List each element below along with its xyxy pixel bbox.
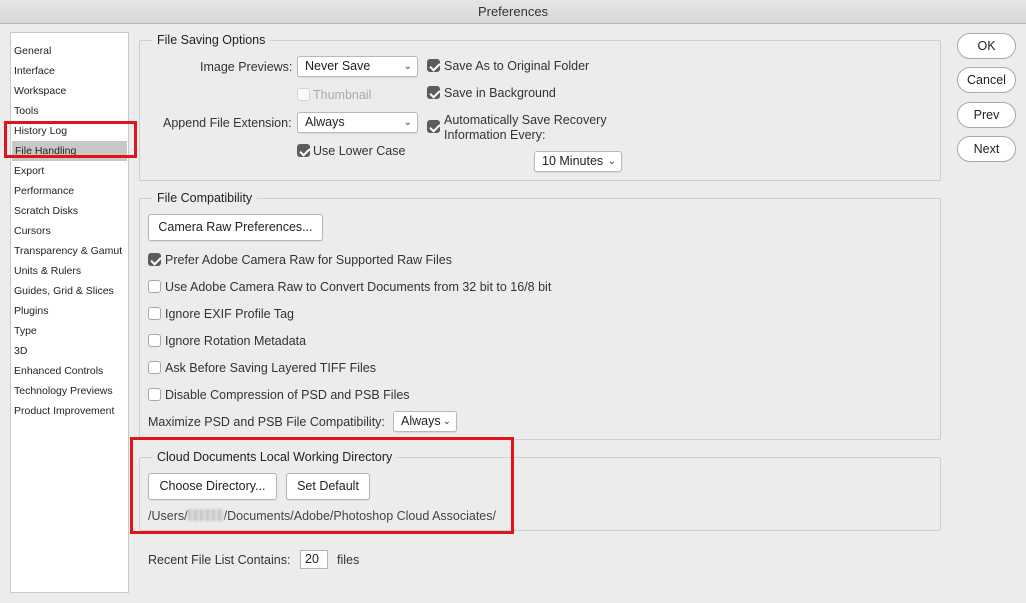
sidebar-item-interface[interactable]: Interface	[11, 61, 128, 81]
working-directory-path: /Users/ /Documents/Adobe/Photoshop Cloud …	[148, 508, 496, 524]
auto-save-label: Automatically Save Recovery	[444, 113, 607, 127]
append-extension-select[interactable]: Always ⌄	[297, 112, 418, 133]
save-background-label: Save in Background	[444, 86, 556, 100]
sidebar-item-scratch-disks[interactable]: Scratch Disks	[11, 201, 128, 221]
compat-option-label: Ignore Rotation Metadata	[165, 334, 307, 348]
sidebar-item-general[interactable]: General	[11, 41, 128, 61]
set-default-button[interactable]: Set Default	[286, 473, 370, 500]
camera-raw-preferences-button[interactable]: Camera Raw Preferences...	[148, 214, 323, 241]
maximize-compat-value: Always	[401, 414, 441, 428]
group-title: Cloud Documents Local Working Directory	[152, 449, 398, 465]
append-extension-value: Always	[305, 115, 345, 129]
redacted-username	[187, 509, 224, 521]
sidebar-item-tools[interactable]: Tools	[11, 101, 128, 121]
group-title: File Compatibility	[152, 190, 258, 206]
recent-files-label: Recent File List Contains:	[148, 553, 291, 567]
chevron-down-icon: ⌄	[403, 61, 412, 72]
group-title: File Saving Options	[152, 32, 271, 48]
save-background-checkbox[interactable]	[427, 86, 440, 99]
sidebar-item-technology-previews[interactable]: Technology Previews	[11, 381, 128, 401]
category-sidebar: General Interface Workspace Tools History Lo…	[10, 32, 129, 593]
image-previews-label: Image Previews:	[200, 60, 293, 74]
save-as-original-checkbox[interactable]	[427, 59, 440, 72]
sidebar-item-guides-grid-slices[interactable]: Guides, Grid & Slices	[11, 281, 128, 301]
compat-option-checkbox[interactable]	[148, 253, 161, 266]
sidebar-item-file-handling[interactable]: File Handling	[12, 141, 127, 161]
sidebar-item-performance[interactable]: Performance	[11, 181, 128, 201]
file-saving-options-group: File Saving Options Image Previews: Neve…	[139, 32, 941, 181]
chevron-down-icon: ⌄	[607, 156, 616, 167]
sidebar-item-units-rulers[interactable]: Units & Rulers	[11, 261, 128, 281]
prev-button[interactable]: Prev	[957, 102, 1016, 128]
choose-directory-button[interactable]: Choose Directory...	[148, 473, 277, 500]
save-as-original-label: Save As to Original Folder	[444, 59, 590, 73]
compat-option-checkbox[interactable]	[148, 334, 161, 347]
image-previews-select[interactable]: Never Save ⌄	[297, 56, 418, 77]
cancel-button[interactable]: Cancel	[957, 67, 1016, 93]
sidebar-item-workspace[interactable]: Workspace	[11, 81, 128, 101]
lower-case-label: Use Lower Case	[313, 144, 406, 158]
compat-option-checkbox[interactable]	[148, 280, 161, 293]
sidebar-item-cursors[interactable]: Cursors	[11, 221, 128, 241]
ok-button[interactable]: OK	[957, 33, 1016, 59]
auto-save-label-line2: Information Every:	[444, 128, 546, 142]
sidebar-item-3d[interactable]: 3D	[11, 341, 128, 361]
compat-option-label: Use Adobe Camera Raw to Convert Document…	[165, 280, 552, 294]
compat-option-checkbox[interactable]	[148, 388, 161, 401]
compat-option-label: Prefer Adobe Camera Raw for Supported Ra…	[165, 253, 452, 267]
maximize-compat-label: Maximize PSD and PSB File Compatibility:	[148, 415, 385, 429]
image-previews-value: Never Save	[305, 59, 371, 73]
chevron-down-icon: ⌄	[403, 117, 412, 128]
sidebar-item-product-improvement[interactable]: Product Improvement	[11, 401, 128, 421]
next-button[interactable]: Next	[957, 136, 1016, 162]
auto-save-interval-value: 10 Minutes	[542, 154, 604, 168]
compat-option-label: Disable Compression of PSD and PSB Files	[165, 388, 410, 402]
path-suffix: /Documents/Adobe/Photoshop Cloud Associa…	[223, 509, 496, 523]
sidebar-item-type[interactable]: Type	[11, 321, 128, 341]
thumbnail-label: Thumbnail	[313, 88, 372, 102]
auto-save-checkbox[interactable]	[427, 120, 440, 133]
compat-option-checkbox[interactable]	[148, 361, 161, 374]
chevron-down-icon: ⌄	[442, 416, 451, 427]
window-title: Preferences	[0, 0, 1026, 24]
compat-option-label: Ignore EXIF Profile Tag	[165, 307, 295, 321]
lower-case-checkbox[interactable]	[297, 144, 310, 157]
preferences-window: General Interface Workspace Tools History Lo…	[0, 24, 1026, 603]
path-prefix: /Users/	[148, 509, 188, 523]
recent-files-unit: files	[337, 553, 360, 567]
sidebar-item-export[interactable]: Export	[11, 161, 128, 181]
sidebar-item-plugins[interactable]: Plugins	[11, 301, 128, 321]
file-compatibility-group: File Compatibility Camera Raw Preference…	[139, 190, 941, 440]
sidebar-item-enhanced-controls[interactable]: Enhanced Controls	[11, 361, 128, 381]
sidebar-item-transparency-gamut[interactable]: Transparency & Gamut	[11, 241, 128, 261]
compat-option-label: Ask Before Saving Layered TIFF Files	[165, 361, 376, 375]
recent-files-input[interactable]: 20	[300, 550, 328, 569]
thumbnail-checkbox[interactable]	[297, 88, 310, 101]
append-extension-label: Append File Extension:	[163, 116, 292, 130]
cloud-documents-group: Cloud Documents Local Working Directory …	[139, 449, 941, 531]
compat-option-checkbox[interactable]	[148, 307, 161, 320]
sidebar-item-history-log[interactable]: History Log	[11, 121, 128, 141]
auto-save-interval-select[interactable]: 10 Minutes ⌄	[534, 151, 622, 172]
maximize-compat-select[interactable]: Always ⌄	[393, 411, 457, 432]
